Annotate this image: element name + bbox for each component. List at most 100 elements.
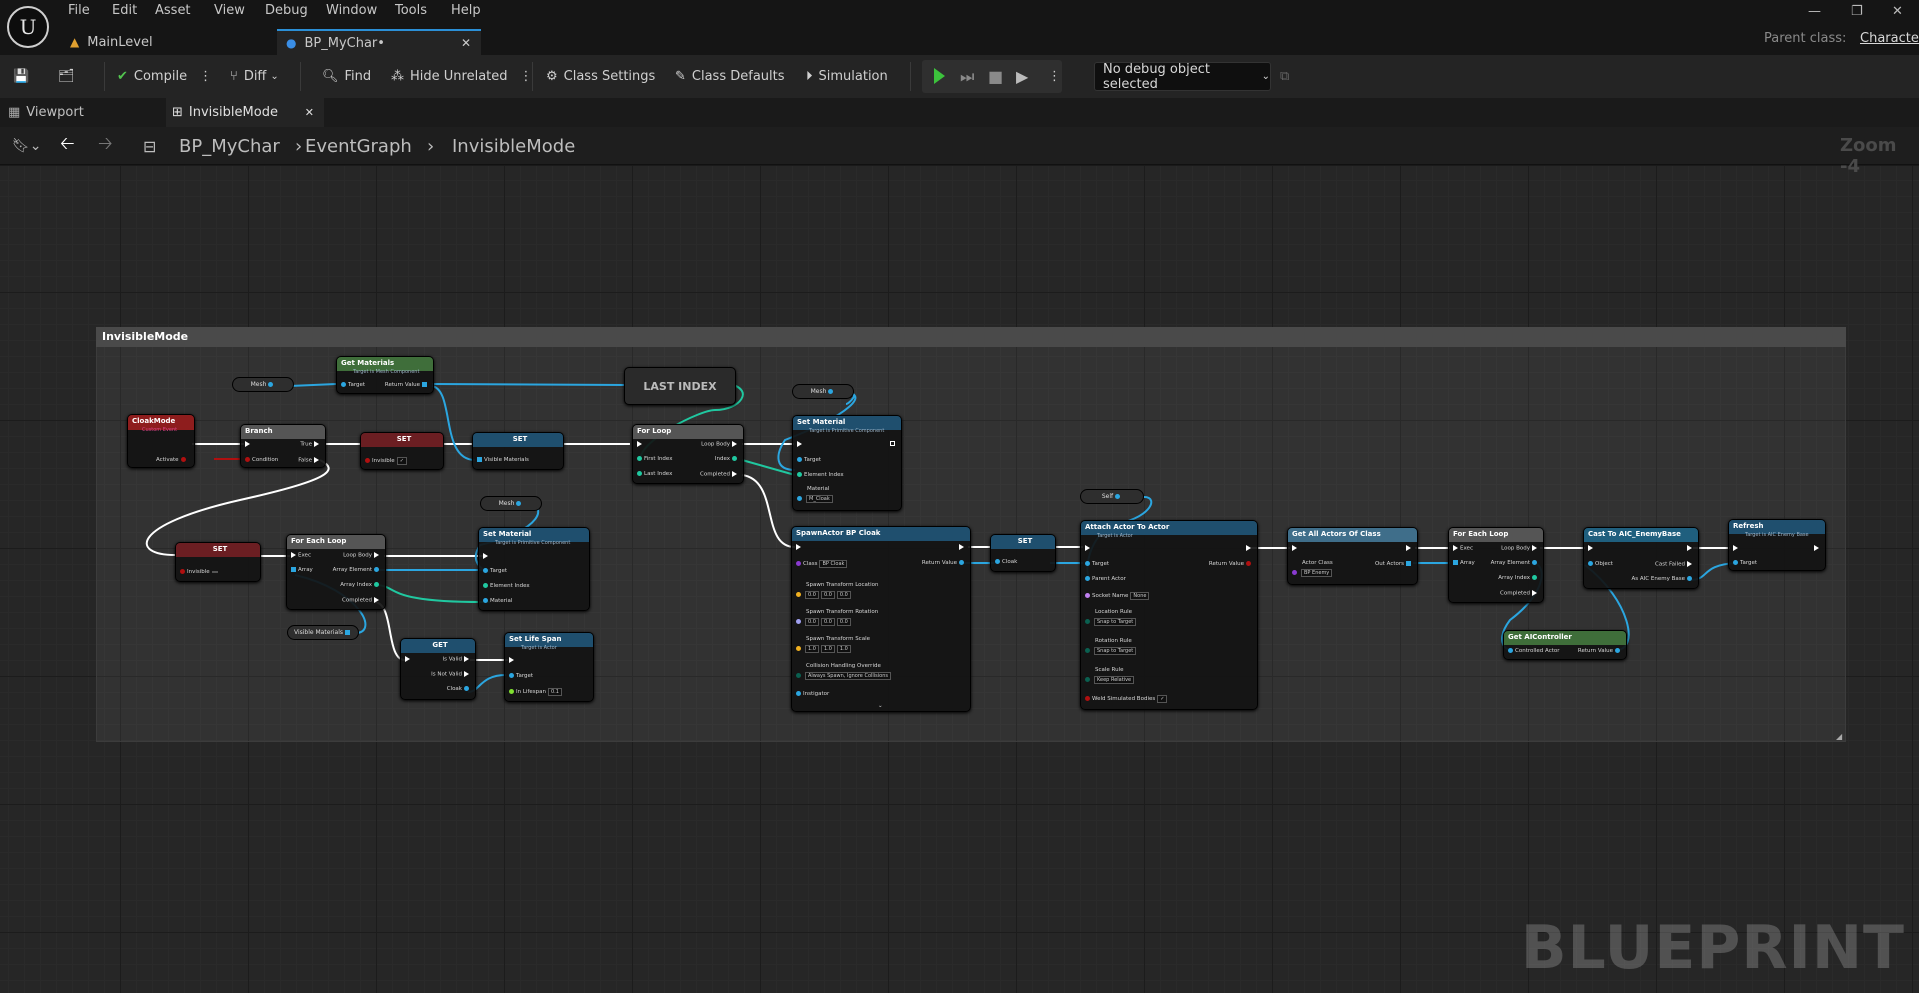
spawn-actor-node[interactable]: SpawnActor BP Cloak Class BP Cloak Return… (791, 526, 971, 712)
element-index-pin[interactable]: Element Index (795, 472, 844, 479)
collision-select[interactable]: Always Spawn, Ignore Collisions (805, 672, 891, 680)
scale-rule-pin[interactable]: Keep Relative (1083, 676, 1135, 684)
tab-invisiblemode[interactable]: ⊞ InvisibleMode ✕ (166, 98, 324, 127)
output-pin-icon[interactable] (268, 382, 274, 387)
exec-in-pin[interactable] (507, 657, 516, 665)
menu-window[interactable]: Window (326, 3, 377, 18)
close-icon[interactable]: ✕ (305, 106, 314, 119)
exec-out-pin[interactable] (1244, 545, 1253, 553)
rotation-rule-pin[interactable]: Snap to Target (1083, 647, 1137, 655)
as-aic-pin[interactable]: As AIC Enemy Base (1632, 576, 1694, 583)
completed-pin[interactable]: Completed (1500, 590, 1539, 598)
tab-mainlevel[interactable]: ▲ MainLevel (70, 29, 270, 55)
mesh-variable-node[interactable]: Mesh (232, 377, 294, 392)
target-pin[interactable]: Target (1083, 561, 1109, 568)
get-cloak-node[interactable]: GET Is Valid Is Not Valid Cloak (400, 638, 476, 700)
completed-pin[interactable]: Completed (700, 471, 739, 479)
scale-y-input[interactable]: 1.0 (820, 645, 835, 653)
exec-in-pin[interactable] (1290, 545, 1299, 553)
tab-bp-mychar[interactable]: ● BP_MyChar• ✕ (277, 29, 481, 55)
weld-pin[interactable]: Weld Simulated Bodies ✓ (1083, 695, 1168, 703)
exec-in-pin[interactable] (243, 441, 252, 449)
exec-in-pin[interactable] (1731, 545, 1740, 553)
exec-in-pin[interactable] (1083, 545, 1092, 553)
exec-in-pin[interactable] (403, 656, 412, 664)
menu-file[interactable]: File (68, 3, 90, 18)
menu-asset[interactable]: Asset (155, 3, 191, 18)
return-value-pin[interactable]: Return Value (385, 382, 429, 389)
set-invisible-node-2[interactable]: SET Invisible (175, 542, 261, 582)
scale-z-input[interactable]: 1.0 (836, 645, 851, 653)
location-rule-pin[interactable]: Snap to Target (1083, 618, 1137, 626)
close-window-icon[interactable]: ✕ (1892, 4, 1903, 19)
mesh-variable-node[interactable]: Mesh (792, 384, 854, 399)
array-index-pin[interactable]: Array Index (1498, 575, 1539, 582)
exec-in-pin[interactable] (795, 441, 804, 449)
class-defaults-button[interactable]: ✎ Class Defaults (675, 55, 785, 98)
object-pin[interactable]: Object (1586, 561, 1613, 568)
comment-title[interactable]: InvisibleMode (96, 327, 1846, 347)
compile-options-icon[interactable]: ⋮ (199, 69, 212, 84)
scale-rule-select[interactable]: Keep Relative (1094, 676, 1135, 684)
loop-body-pin[interactable]: Loop Body (1501, 545, 1539, 553)
instigator-pin[interactable]: Instigator (794, 691, 829, 698)
material-pin[interactable]: Material (481, 598, 512, 605)
exec-in-pin[interactable] (481, 553, 490, 561)
location-x-input[interactable]: 0.0 (805, 591, 819, 599)
breadcrumb-invisiblemode[interactable]: InvisibleMode (452, 127, 575, 165)
rotation-x-input[interactable]: 0.0 (805, 618, 819, 626)
location-y-input[interactable]: 0.0 (820, 591, 835, 599)
menu-view[interactable]: View (214, 3, 245, 18)
array-element-pin[interactable]: Array Element (1491, 560, 1539, 567)
array-element-pin[interactable]: Array Element (333, 567, 381, 574)
array-pin[interactable]: Array (289, 567, 313, 574)
output-pin-icon[interactable] (1115, 494, 1121, 499)
save-icon[interactable]: 💾 (13, 55, 29, 98)
exec-in-pin[interactable] (1586, 545, 1595, 553)
out-actors-pin[interactable]: Out Actors (1375, 561, 1413, 568)
is-valid-pin[interactable]: Is Valid (443, 656, 472, 664)
controlled-actor-pin[interactable]: Controlled Actor (1506, 648, 1560, 655)
set-cloak-node[interactable]: SET Cloak (990, 534, 1056, 572)
location-rule-select[interactable]: Snap to Target (1094, 618, 1137, 626)
return-value-pin[interactable]: Return Value (922, 560, 966, 567)
back-arrow-icon[interactable]: 🡠 (60, 127, 75, 165)
loop-body-pin[interactable]: Loop Body (343, 552, 381, 560)
invisible-pin[interactable]: Invisible ✓ (363, 457, 407, 465)
parent-actor-pin[interactable]: Parent Actor (1083, 576, 1126, 583)
forward-arrow-icon[interactable]: 🡢 (98, 127, 113, 165)
get-all-actors-node[interactable]: Get All Actors Of Class Actor Class BP E… (1287, 527, 1418, 585)
output-pin-icon[interactable] (516, 501, 522, 506)
target-pin[interactable]: Target (507, 673, 533, 680)
first-index-pin[interactable]: First Index (635, 456, 672, 463)
class-select[interactable]: BP Cloak (819, 560, 848, 568)
invisible-checkbox[interactable] (211, 571, 218, 573)
cloak-pin[interactable]: Cloak (993, 559, 1017, 566)
material-pin[interactable]: M_Cloak (795, 495, 833, 503)
completed-pin[interactable]: Completed (342, 597, 381, 605)
invisible-checkbox[interactable]: ✓ (396, 457, 407, 465)
material-select[interactable]: M_Cloak (806, 495, 833, 503)
cast-to-aic-node[interactable]: Cast To AIC_EnemyBase Object Cast Failed… (1583, 527, 1699, 589)
find-button[interactable]: 🔍︎ Find (322, 55, 371, 98)
exec-in-pin[interactable] (635, 441, 644, 449)
attach-actor-node[interactable]: Attach Actor To Actor Target is Actor Ta… (1080, 520, 1258, 710)
true-pin[interactable]: True (300, 441, 321, 449)
set-visible-materials-node[interactable]: SET Visible Materials (472, 432, 564, 470)
branch-node[interactable]: Branch Condition True False (240, 424, 326, 468)
stop-icon[interactable]: ■ (988, 55, 1003, 98)
for-each-loop-node[interactable]: For Each Loop Exec Array Loop Body Array… (286, 534, 386, 610)
return-value-pin[interactable]: Return Value (1578, 648, 1622, 655)
return-value-pin[interactable]: Return Value (1209, 561, 1253, 568)
set-material-node[interactable]: Set Material Target is Primitive Compone… (792, 415, 902, 511)
loop-body-pin[interactable]: Loop Body (701, 441, 739, 449)
cloakmode-event-node[interactable]: CloakMode Custom Event Activate (127, 414, 195, 468)
get-aicontroller-node[interactable]: Get AIController Controlled Actor Return… (1503, 630, 1627, 660)
exec-out-pin[interactable] (1685, 545, 1694, 553)
array-pin[interactable]: Array (1451, 560, 1475, 567)
expand-chevron-icon[interactable]: ⌄ (878, 703, 883, 710)
spawn-rotation-pin[interactable]: 0.0 0.0 0.0 (794, 618, 851, 626)
exec-out-pin[interactable] (1404, 545, 1413, 553)
set-invisible-node[interactable]: SET Invisible ✓ (360, 432, 444, 470)
refresh-node[interactable]: Refresh Target is AIC Enemy Base Target (1728, 519, 1826, 571)
